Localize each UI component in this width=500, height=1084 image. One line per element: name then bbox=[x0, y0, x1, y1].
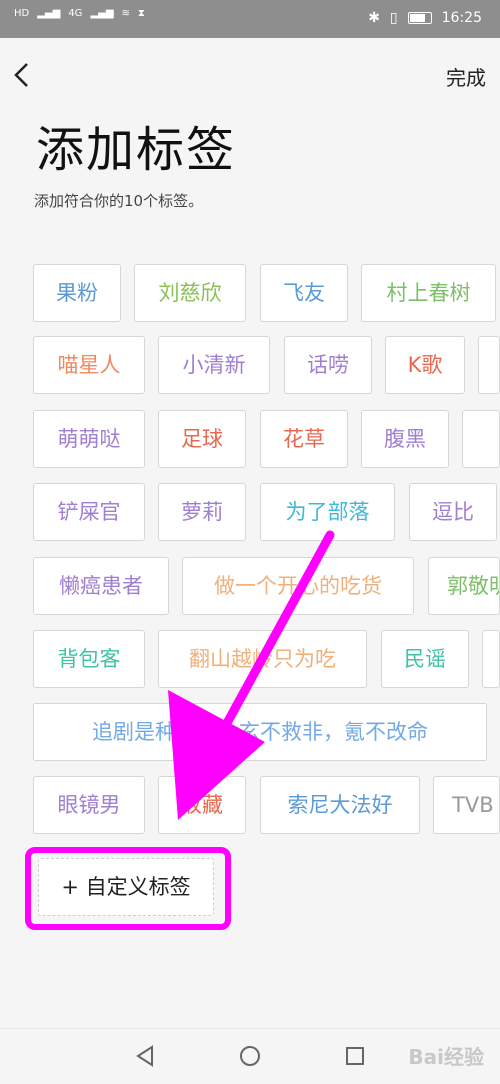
tag-item[interactable]: 花草 bbox=[260, 410, 348, 468]
tag-item[interactable]: 小清新 bbox=[158, 336, 270, 394]
tag-item[interactable]: 背包客 bbox=[33, 630, 145, 688]
status-right: ✱ ▯ 16:25 bbox=[368, 10, 482, 26]
tag-item[interactable]: 民谣 bbox=[381, 630, 469, 688]
done-button[interactable]: 完成 bbox=[446, 62, 486, 91]
tag-item[interactable]: 村上春树 bbox=[361, 264, 496, 322]
tag-item[interactable]: 喵星人 bbox=[33, 336, 145, 394]
hd-indicator: HD bbox=[14, 8, 30, 19]
tag-item[interactable]: 为了部落 bbox=[260, 483, 395, 541]
tag-item[interactable]: K歌 bbox=[385, 336, 465, 394]
add-custom-tag-button[interactable]: + 自定义标签 bbox=[38, 858, 214, 916]
circle-home-icon[interactable] bbox=[239, 1045, 261, 1067]
page-title: 添加标签 bbox=[36, 122, 237, 178]
vibrate-icon: ▯ bbox=[389, 10, 398, 26]
network-4g: 4G bbox=[68, 8, 83, 19]
tag-item[interactable]: 眼镜男 bbox=[33, 776, 145, 834]
tag-item[interactable]: 逗比 bbox=[409, 483, 497, 541]
tag-item[interactable]: 索尼大法好 bbox=[260, 776, 420, 834]
battery-icon bbox=[407, 12, 432, 24]
tag-item-partial[interactable] bbox=[482, 630, 500, 688]
tag-item[interactable]: 话唠 bbox=[284, 336, 372, 394]
triangle-back-icon[interactable] bbox=[134, 1045, 156, 1067]
watermark: Bai经验 bbox=[408, 1045, 484, 1069]
tag-item[interactable]: 做一个开心的吃货 bbox=[182, 557, 414, 615]
tag-item[interactable]: TVB bbox=[433, 776, 500, 834]
status-left: HD ▂▄▆ 4G ▂▄▆ ≋ ⧗ bbox=[14, 8, 145, 19]
status-bar: HD ▂▄▆ 4G ▂▄▆ ≋ ⧗ ✱ ▯ 16:25 bbox=[0, 0, 500, 38]
status-time: 16:25 bbox=[441, 10, 482, 26]
tag-item[interactable]: 懒癌患者 bbox=[33, 557, 169, 615]
system-nav-bar: Bai经验 bbox=[0, 1028, 500, 1084]
page-subtitle: 添加符合你的10个标签。 bbox=[34, 192, 204, 210]
tag-item[interactable]: 足球 bbox=[158, 410, 246, 468]
tag-item-partial[interactable] bbox=[478, 336, 500, 394]
tag-item[interactable]: 郭敬明 bbox=[428, 557, 500, 615]
tag-item[interactable]: 翻山越岭只为吃 bbox=[158, 630, 367, 688]
signal-icon: ▂▄▆ bbox=[37, 8, 61, 19]
wifi-icon: ≋ bbox=[121, 8, 130, 19]
tag-item[interactable]: 萝莉 bbox=[158, 483, 246, 541]
tag-item[interactable]: 铲屎官 bbox=[33, 483, 145, 541]
tag-item[interactable]: 果粉 bbox=[33, 264, 121, 322]
tag-item[interactable]: 萌萌哒 bbox=[33, 410, 145, 468]
tag-item[interactable]: 追剧是种坚持，玄不救非，氪不改命 bbox=[33, 703, 487, 761]
tag-item[interactable]: 收藏 bbox=[158, 776, 246, 834]
signal-icon-2: ▂▄▆ bbox=[90, 8, 114, 19]
square-recent-icon[interactable] bbox=[345, 1046, 365, 1066]
hourglass-icon: ⧗ bbox=[137, 8, 145, 19]
tag-item[interactable]: 腹黑 bbox=[361, 410, 449, 468]
chevron-left-icon[interactable] bbox=[10, 60, 34, 90]
tag-item[interactable]: 刘慈欣 bbox=[134, 264, 246, 322]
tag-item[interactable]: 飞友 bbox=[260, 264, 348, 322]
tag-item-partial[interactable] bbox=[462, 410, 500, 468]
bluetooth-icon: ✱ bbox=[368, 10, 380, 26]
